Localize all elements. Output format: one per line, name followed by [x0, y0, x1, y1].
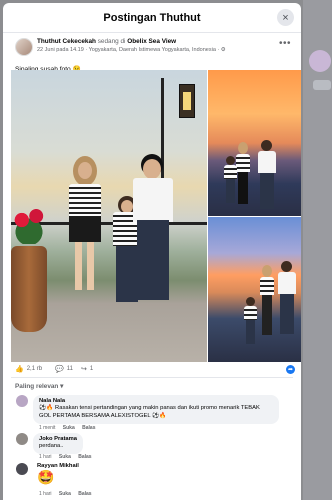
post-meta: 22 Juni pada 14.19 · Yogyakarta, Daerah … [37, 47, 226, 53]
photo-grid [11, 70, 301, 362]
close-button[interactable]: × [277, 9, 294, 26]
share-icon: ↪ [81, 366, 87, 373]
reply-comment-button[interactable]: Balas [82, 425, 95, 431]
background-page [303, 0, 332, 500]
comment-emoji: 🤩 [37, 469, 55, 485]
shares-value: 1 [89, 366, 94, 372]
more-options-button[interactable]: ••• [279, 38, 291, 49]
author-name[interactable]: Thuthut Cekecekah [37, 38, 96, 45]
flowers [11, 204, 47, 244]
status-prefix: sedang di [97, 38, 126, 45]
comment-actions: 1 hari Suka Balas [39, 454, 98, 460]
location-name[interactable]: Obelix Sea View [127, 38, 176, 45]
reply-comment-button[interactable]: Balas [78, 491, 91, 497]
author-avatar[interactable] [15, 38, 33, 56]
background-block [313, 80, 331, 90]
close-icon: × [282, 11, 289, 24]
comment-time[interactable]: 1 menit [39, 425, 55, 431]
comment-text: ⚽🔥 Rasakan tensi pertandingan yang makin… [39, 405, 260, 419]
comment-actions: 1 hari Suka Balas [39, 491, 98, 497]
plant-pot [11, 246, 47, 332]
comment-time[interactable]: 1 hari [39, 491, 52, 497]
post-modal: Postingan Thuthut × Thuthut Cekecekah se… [3, 3, 301, 500]
comment-content: Rayyan Mikhail 🤩 [37, 463, 79, 485]
comment-sort-dropdown[interactable]: Paling relevan ▾ [15, 382, 63, 390]
post-timestamp[interactable]: 22 Juni pada 14.19 · Yogyakarta, Daerah … [37, 47, 221, 53]
modal-header: Postingan Thuthut × [3, 3, 301, 33]
commenter-avatar[interactable] [16, 463, 28, 475]
comment-item: Rayyan Mikhail 🤩 1 hari Suka Balas [3, 463, 301, 499]
comment-actions: 1 menit Suka Balas [39, 425, 101, 431]
comments-value: 11 [66, 366, 73, 372]
divider [11, 377, 293, 378]
modal-title: Postingan Thuthut [103, 11, 201, 24]
comment-bubble: Nala Nala ⚽🔥 Rasakan tensi pertandingan … [33, 395, 279, 424]
shares-count[interactable]: ↪ 1 [81, 365, 93, 373]
comment-item: Nala Nala ⚽🔥 Rasakan tensi pertandingan … [3, 395, 301, 435]
privacy-icon: ⚙ [220, 47, 226, 53]
like-icon: 👍 [15, 366, 24, 373]
photo-main[interactable] [11, 70, 207, 362]
comment-icon: 💬 [55, 366, 64, 373]
commenter-avatar[interactable] [16, 395, 28, 407]
lamp-glow [183, 92, 191, 110]
like-comment-button[interactable]: Suka [63, 425, 75, 431]
comment-bubble: Joko Pratama perdana.. [33, 433, 84, 454]
comment-item: Joko Pratama perdana.. 1 hari Suka Balas [3, 433, 301, 463]
like-comment-button[interactable]: Suka [59, 491, 71, 497]
more-icon: ••• [278, 38, 291, 49]
comments-count[interactable]: 💬 11 [55, 365, 73, 373]
likes-value: 2,1 rb [26, 366, 43, 372]
commenter-avatar[interactable] [16, 433, 28, 445]
post-header: Thuthut Cekecekah sedang di Obelix Sea V… [3, 33, 301, 65]
background-avatar [309, 50, 331, 72]
share-button[interactable]: ➦ [286, 365, 295, 374]
photo-sunset-1[interactable] [208, 70, 301, 216]
reaction-bar: 👍 2,1 rb 💬 11 ↪ 1 ➦ [3, 363, 301, 377]
comment-time[interactable]: 1 hari [39, 454, 52, 460]
photo-sunset-2[interactable] [208, 217, 301, 362]
reply-comment-button[interactable]: Balas [78, 454, 91, 460]
share-arrow-icon: ➦ [287, 367, 294, 373]
author-line: Thuthut Cekecekah sedang di Obelix Sea V… [37, 38, 176, 45]
comment-text: perdana.. [39, 443, 64, 449]
like-comment-button[interactable]: Suka [59, 454, 71, 460]
likes-count[interactable]: 👍 2,1 rb [15, 365, 42, 373]
